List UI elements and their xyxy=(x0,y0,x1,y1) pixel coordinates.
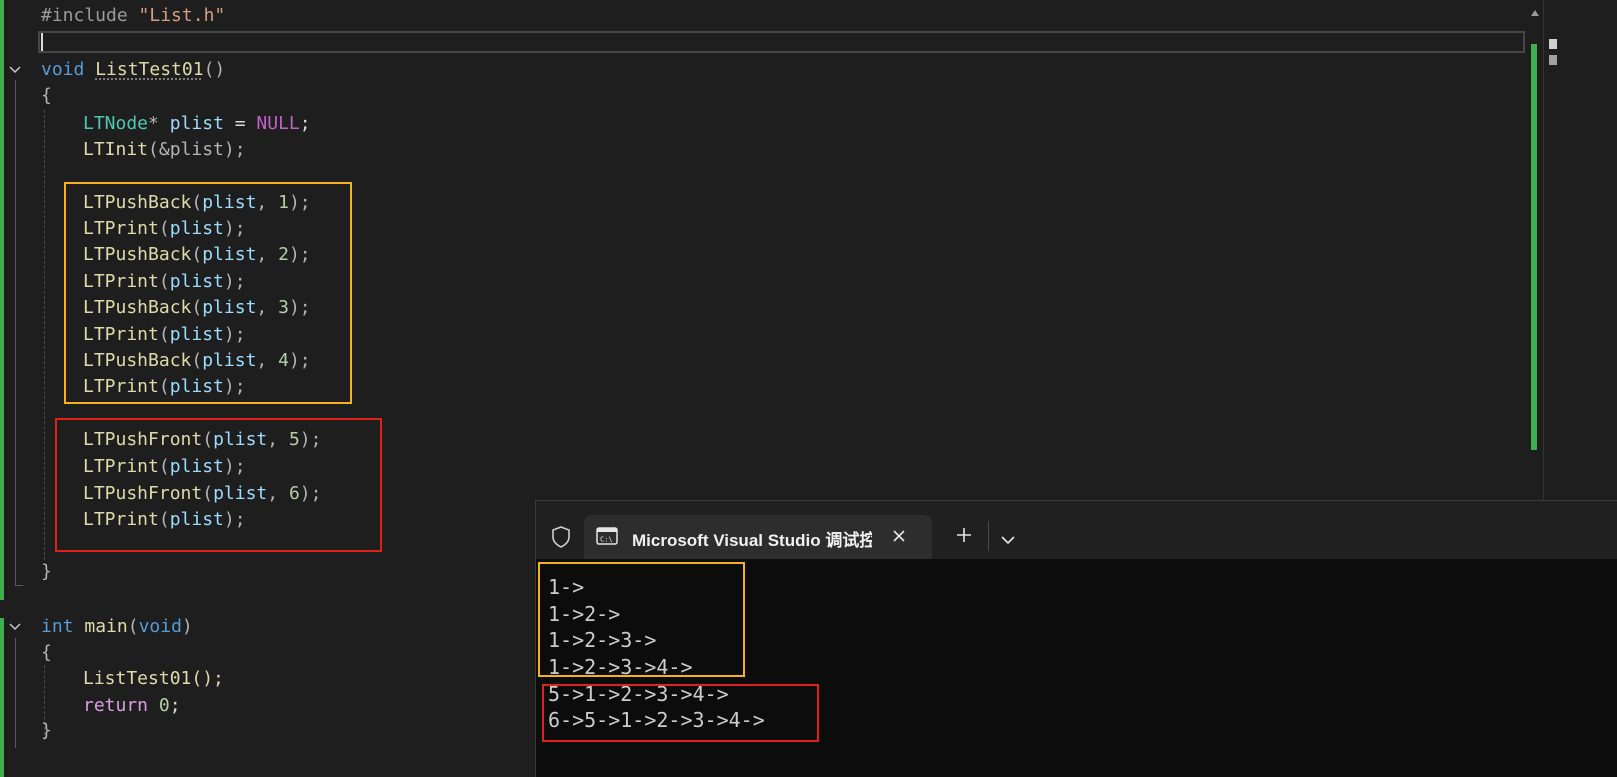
tab-debug-console[interactable]: C:\ Microsoft Visual Studio 调试控制台 xyxy=(584,515,932,559)
function-name: main xyxy=(84,616,128,637)
highlight-box-output-pushfront xyxy=(542,684,819,742)
type-name: LTNode xyxy=(83,113,149,134)
code-line-return[interactable]: return 0; xyxy=(83,693,181,719)
fold-chevron-icon[interactable] xyxy=(9,65,21,75)
close-icon[interactable] xyxy=(890,527,908,545)
highlight-box-output-pushback xyxy=(538,562,745,677)
code-line-brace-close[interactable]: } xyxy=(41,718,52,744)
indent-guide xyxy=(44,110,45,560)
brace: } xyxy=(41,561,52,582)
code-line-call[interactable]: ListTest01(); xyxy=(83,666,224,692)
change-indicator-bar xyxy=(0,0,4,600)
shield-icon[interactable] xyxy=(550,525,572,549)
include-path: "List.h" xyxy=(138,5,226,26)
brace: { xyxy=(41,642,52,663)
parens: () xyxy=(203,59,226,80)
current-line-highlight xyxy=(38,31,1525,53)
code-line-brace-open[interactable]: { xyxy=(41,83,52,109)
return-type: void xyxy=(41,59,85,80)
tab-separator xyxy=(988,521,989,551)
change-indicator-bar xyxy=(0,618,4,777)
editor-edge xyxy=(1543,0,1544,500)
chevron-down-icon[interactable] xyxy=(1000,530,1016,545)
scrollbar-change-marker xyxy=(1531,44,1537,450)
number-literal: 0 xyxy=(158,695,170,716)
function-call: LTInit xyxy=(83,139,149,160)
semicolon: ; xyxy=(299,113,311,134)
function-name: ListTest01 xyxy=(95,59,204,80)
code-line-init[interactable]: LTInit(&plist); xyxy=(83,137,246,163)
code-line-include[interactable]: #include "List.h" xyxy=(41,3,225,29)
text-caret xyxy=(41,33,43,51)
code-line-brace-close[interactable]: } xyxy=(41,559,52,585)
scroll-thumb[interactable] xyxy=(1549,39,1557,49)
pointer-star: * xyxy=(148,113,159,134)
brace: } xyxy=(41,720,52,741)
assign-op: = xyxy=(223,113,257,134)
fold-end-mark xyxy=(15,585,23,586)
debug-console-window[interactable]: C:\ Microsoft Visual Studio 调试控制台 1-> 1-… xyxy=(535,500,1617,777)
brace: { xyxy=(41,85,52,106)
null-macro: NULL xyxy=(256,113,300,134)
fold-chevron-icon[interactable] xyxy=(9,622,21,632)
scroll-up-arrow-icon[interactable] xyxy=(1531,10,1539,16)
call-args: (&plist); xyxy=(148,139,246,160)
code-line-declaration[interactable]: LTNode* plist = NULL; xyxy=(83,111,311,137)
param-type: void xyxy=(138,616,182,637)
svg-text:C:\: C:\ xyxy=(600,536,613,544)
highlight-box-pushfront xyxy=(55,418,382,552)
function-call: ListTest01(); xyxy=(83,668,224,689)
code-line-main-header[interactable]: int main(void) xyxy=(41,614,193,640)
fold-region-line xyxy=(15,80,16,585)
fold-region-line xyxy=(15,638,16,748)
tab-title: Microsoft Visual Studio 调试控制台 xyxy=(632,531,872,550)
semicolon: ; xyxy=(169,695,181,716)
code-line-brace-open[interactable]: { xyxy=(41,640,52,666)
scroll-thumb[interactable] xyxy=(1549,55,1557,65)
variable: plist xyxy=(169,113,224,134)
plus-icon[interactable] xyxy=(954,525,974,545)
return-keyword: return xyxy=(83,695,149,716)
preprocessor-directive: #include xyxy=(41,5,128,26)
return-type: int xyxy=(41,616,74,637)
terminal-app-icon: C:\ xyxy=(596,527,618,545)
highlight-box-pushback xyxy=(64,182,352,404)
code-line-function-header[interactable]: void ListTest01() xyxy=(41,57,225,83)
